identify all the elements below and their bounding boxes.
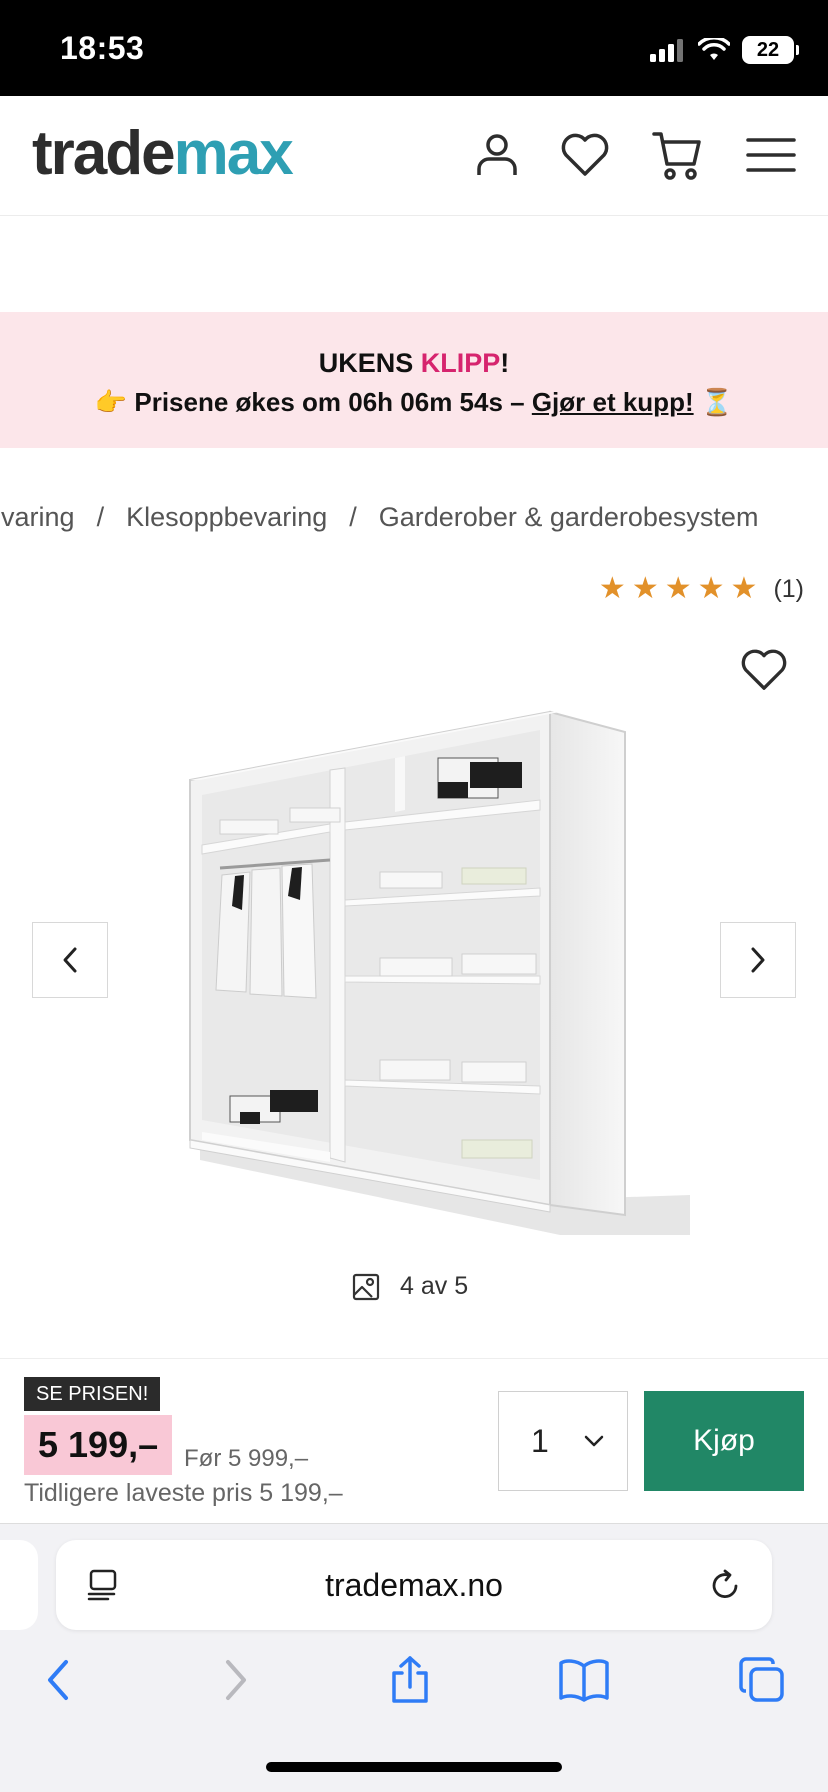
- heart-icon[interactable]: [556, 126, 614, 184]
- promo-deal-link[interactable]: Gjør et kupp!: [532, 387, 694, 417]
- star-icon: ★: [631, 572, 659, 605]
- cart-icon[interactable]: [648, 126, 706, 184]
- gallery-counter[interactable]: 4 av 5: [352, 1272, 468, 1301]
- price-badge: SE PRISEN!: [24, 1377, 161, 1411]
- account-icon[interactable]: [468, 126, 526, 184]
- breadcrumb-separator: /: [349, 502, 357, 532]
- breadcrumb-separator: /: [96, 502, 105, 532]
- chevron-right-icon: [751, 947, 765, 973]
- star-icon: ★: [730, 572, 758, 605]
- battery-icon: 22: [742, 36, 799, 64]
- site-header: trademax: [0, 96, 828, 216]
- product-rating[interactable]: ★ ★ ★ ★ ★ (1): [599, 574, 804, 604]
- tabs-icon[interactable]: [730, 1648, 794, 1712]
- signal-icon: [650, 39, 683, 62]
- address-bar[interactable]: trademax.no: [56, 1540, 772, 1630]
- previous-tab-edge[interactable]: [0, 1540, 38, 1630]
- browser-toolbar: trademax.no: [0, 1524, 828, 1792]
- breadcrumb-item[interactable]: Klesoppbevaring: [126, 502, 327, 533]
- product-image-wardrobe[interactable]: [180, 700, 700, 1240]
- home-indicator[interactable]: [266, 1762, 562, 1772]
- bookmarks-icon[interactable]: [552, 1648, 616, 1712]
- share-icon[interactable]: [378, 1648, 442, 1712]
- promo-title-suffix: !: [500, 348, 510, 378]
- status-time: 18:53: [60, 30, 145, 66]
- pointer-emoji-icon: 👉: [94, 387, 128, 417]
- reload-icon[interactable]: [702, 1562, 748, 1608]
- current-price: 5 199,–: [24, 1415, 173, 1475]
- promo-title-prefix: UKENS: [318, 348, 421, 378]
- promo-countdown: 👉 Prisene økes om 06h 06m 54s – Gjør et …: [0, 387, 828, 418]
- gallery-counter-text: 4 av 5: [400, 1272, 469, 1300]
- breadcrumb-item[interactable]: evaring: [0, 502, 75, 533]
- add-to-wishlist-button[interactable]: [734, 640, 794, 700]
- promo-title-highlight: KLIPP: [420, 348, 501, 378]
- status-bar: 18:53 22: [0, 0, 828, 96]
- back-icon[interactable]: [26, 1648, 90, 1712]
- image-icon: [352, 1273, 380, 1300]
- trademax-logo[interactable]: trademax: [32, 118, 294, 189]
- logo-part-trade: trade: [32, 119, 176, 188]
- gallery-prev-button[interactable]: [32, 922, 108, 998]
- menu-icon[interactable]: [742, 126, 800, 184]
- wifi-icon: [698, 38, 730, 60]
- lowest-price-note: Tidligere laveste pris 5 199,–: [24, 1479, 343, 1507]
- hourglass-emoji-icon: ⏳: [700, 387, 734, 417]
- heart-outline-icon: [741, 649, 787, 690]
- buy-button[interactable]: Kjøp: [644, 1391, 804, 1491]
- quantity-value: 1: [531, 1422, 549, 1459]
- promo-title: UKENS KLIPP!: [0, 348, 828, 379]
- star-icon: ★: [697, 572, 725, 605]
- rating-count: (1): [773, 574, 804, 603]
- promo-banner: UKENS KLIPP! 👉 Prisene økes om 06h 06m 5…: [0, 312, 828, 448]
- status-icons: 22: [650, 34, 799, 66]
- reader-mode-icon[interactable]: [80, 1562, 126, 1608]
- old-price: Før 5 999,–: [184, 1445, 309, 1472]
- gallery-next-button[interactable]: [720, 922, 796, 998]
- promo-countdown-text: Prisene økes om 06h 06m 54s –: [134, 387, 532, 417]
- address-bar-url: trademax.no: [325, 1567, 503, 1603]
- breadcrumb-item[interactable]: Garderober & garderobesystem: [379, 502, 759, 533]
- star-icon: ★: [598, 572, 626, 605]
- purchase-bar: SE PRISEN! 5 199,– Før 5 999,– Tidligere…: [0, 1358, 828, 1524]
- chevron-down-icon: [584, 1435, 604, 1447]
- chevron-left-icon: [63, 947, 77, 973]
- quantity-select[interactable]: 1: [498, 1391, 628, 1491]
- forward-icon[interactable]: [204, 1648, 268, 1712]
- star-icon: ★: [664, 572, 692, 605]
- breadcrumb: evaring / Klesoppbevaring / Garderober &…: [0, 502, 758, 533]
- logo-part-max: max: [173, 119, 294, 188]
